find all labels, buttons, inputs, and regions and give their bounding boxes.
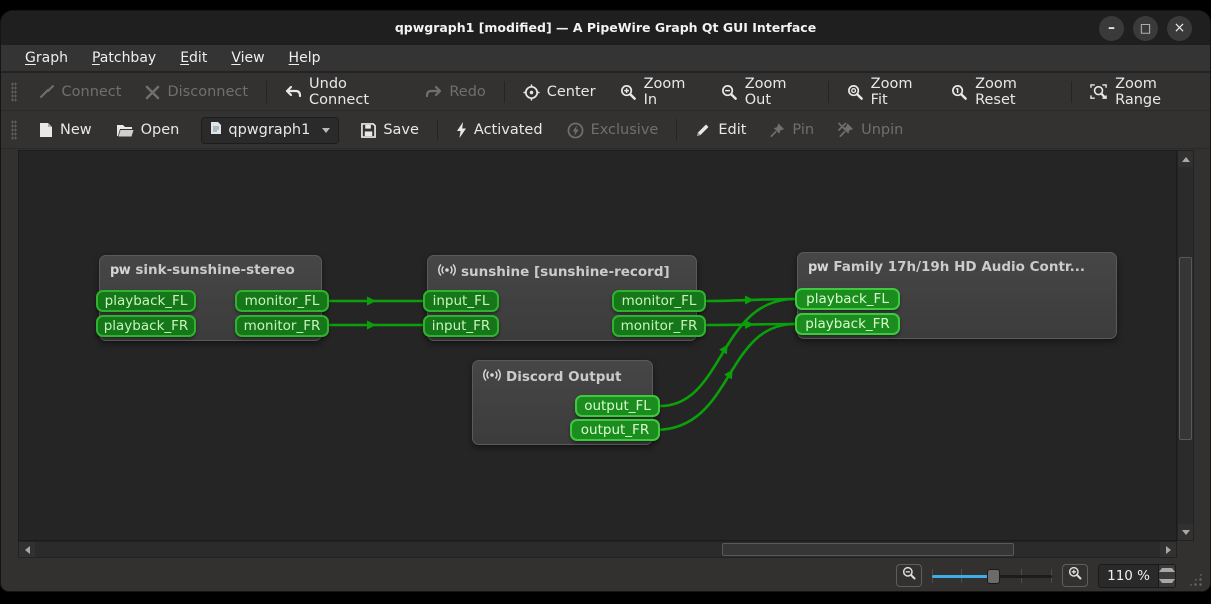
patchbay-file-icon [210, 121, 222, 139]
unpin-icon [838, 122, 854, 138]
connect-button[interactable]: Connect [27, 84, 134, 100]
new-button[interactable]: New [27, 122, 104, 138]
maximize-button[interactable]: □ [1133, 16, 1158, 41]
zoom-out-icon [721, 84, 738, 101]
toolbar-separator [437, 119, 438, 141]
scroll-down-button[interactable] [1178, 524, 1193, 540]
menubar: Graph Patchbay Edit View Help [1, 45, 1210, 73]
pencil-icon [695, 122, 711, 138]
zoom-slider-handle[interactable] [987, 569, 1000, 584]
minimize-button[interactable]: – [1099, 16, 1124, 41]
window-resize-grip[interactable] [1188, 572, 1203, 587]
zoom-in-icon [1068, 566, 1083, 585]
scroll-left-button[interactable] [19, 542, 35, 557]
graph-canvas[interactable]: pw sink-sunshine-stereo sunshine [sunshi… [18, 150, 1177, 541]
zoom-reset-button[interactable]: Zoom Reset [939, 76, 1065, 108]
zoom-in-icon [620, 84, 637, 101]
lightning-icon [456, 122, 467, 138]
toolbar-separator [676, 119, 677, 141]
zoom-reset-icon [951, 84, 968, 101]
titlebar[interactable]: qpwgraph1 [modified] — A PipeWire Graph … [1, 11, 1210, 45]
zoom-fit-button[interactable]: Zoom Fit [835, 76, 939, 108]
toolbar-separator [828, 81, 829, 103]
activated-button[interactable]: Activated [444, 122, 555, 138]
pin-icon [770, 122, 785, 138]
undo-icon [285, 85, 302, 100]
toolbar-drag-handle[interactable] [11, 120, 17, 140]
zoom-percent-value[interactable]: 110 % [1099, 565, 1158, 587]
menu-edit[interactable]: Edit [170, 47, 217, 69]
zoom-slider[interactable] [932, 566, 1052, 586]
menu-patchbay[interactable]: Patchbay [82, 47, 166, 69]
port-playback-fr[interactable]: playback_FR [795, 313, 900, 335]
edit-button[interactable]: Edit [683, 122, 758, 138]
save-icon [361, 123, 376, 138]
port-monitor-fl[interactable]: monitor_FL [612, 290, 706, 312]
zoom-slider-filled-track [932, 575, 993, 578]
port-output-fl[interactable]: output_FL [575, 395, 660, 417]
port-monitor-fl[interactable]: monitor_FL [235, 290, 329, 312]
zoom-range-icon [1090, 84, 1108, 101]
scroll-up-button[interactable] [1178, 151, 1193, 167]
zoom-percent-spinbox[interactable]: 110 % [1098, 564, 1176, 588]
open-button[interactable]: Open [104, 122, 192, 138]
redo-button[interactable]: Redo [413, 84, 497, 100]
connect-icon [39, 84, 55, 100]
exclusive-button[interactable]: Exclusive [555, 122, 671, 139]
undo-connect-button[interactable]: Undo Connect [273, 76, 413, 108]
app-window: qpwgraph1 [modified] — A PipeWire Graph … [0, 10, 1211, 592]
port-monitor-fr[interactable]: monitor_FR [612, 315, 706, 337]
port-input-fr[interactable]: input_FR [423, 315, 499, 337]
toolbar-separator [504, 81, 505, 103]
horizontal-scroll-thumb[interactable] [722, 543, 1014, 556]
center-button[interactable]: Center [511, 84, 608, 101]
chevron-down-icon [322, 128, 330, 133]
close-button[interactable]: × [1167, 16, 1192, 41]
disconnect-icon [145, 85, 160, 100]
redo-icon [425, 85, 442, 100]
open-folder-icon [116, 123, 134, 138]
zoom-out-button[interactable]: Zoom Out [709, 76, 822, 108]
zoom-out-small-button[interactable] [896, 564, 922, 587]
pin-button[interactable]: Pin [758, 122, 826, 138]
statusbar: 110 % [1, 558, 1210, 592]
port-playback-fl[interactable]: playback_FL [795, 288, 900, 310]
spin-up-button[interactable] [1159, 565, 1175, 576]
port-playback-fl[interactable]: playback_FL [96, 290, 196, 312]
menu-help[interactable]: Help [279, 47, 331, 69]
zoom-fit-icon [847, 84, 864, 101]
connection-wires [19, 151, 1177, 541]
port-playback-fr[interactable]: playback_FR [96, 315, 196, 337]
toolbar-patchbay: New Open qpwgraph1 Save Activated Exclus… [1, 112, 1210, 149]
center-icon [523, 84, 540, 101]
spin-down-button[interactable] [1159, 576, 1175, 587]
scroll-right-button[interactable] [1160, 542, 1176, 557]
menu-graph[interactable]: Graph [15, 47, 78, 69]
save-button[interactable]: Save [349, 122, 431, 138]
lightning-circle-icon [567, 122, 584, 139]
vertical-scroll-thumb[interactable] [1179, 257, 1192, 440]
toolbar-separator [1071, 81, 1072, 103]
zoom-slider-track [993, 575, 1052, 578]
port-output-fr[interactable]: output_FR [570, 419, 660, 441]
zoom-in-button[interactable]: Zoom In [608, 76, 709, 108]
toolbar-separator [266, 81, 267, 103]
vertical-scrollbar[interactable] [1177, 150, 1194, 541]
menu-view[interactable]: View [221, 47, 274, 69]
zoom-range-button[interactable]: Zoom Range [1078, 76, 1210, 108]
horizontal-scrollbar[interactable] [18, 541, 1177, 558]
zoom-out-icon [902, 566, 917, 585]
disconnect-button[interactable]: Disconnect [133, 84, 260, 100]
patchbay-profile-value: qpwgraph1 [228, 122, 310, 138]
unpin-button[interactable]: Unpin [826, 122, 915, 138]
patchbay-profile-select[interactable]: qpwgraph1 [201, 117, 339, 144]
toolbar-drag-handle[interactable] [11, 82, 17, 102]
port-input-fl[interactable]: input_FL [423, 290, 499, 312]
new-file-icon [39, 122, 53, 138]
window-title: qpwgraph1 [modified] — A PipeWire Graph … [1, 11, 1210, 45]
zoom-in-small-button[interactable] [1062, 564, 1088, 587]
wire-discordFR-playbackFR [655, 324, 795, 430]
toolbar-graph: Connect Disconnect Undo Connect Redo Cen… [1, 74, 1210, 111]
port-monitor-fr[interactable]: monitor_FR [235, 315, 329, 337]
